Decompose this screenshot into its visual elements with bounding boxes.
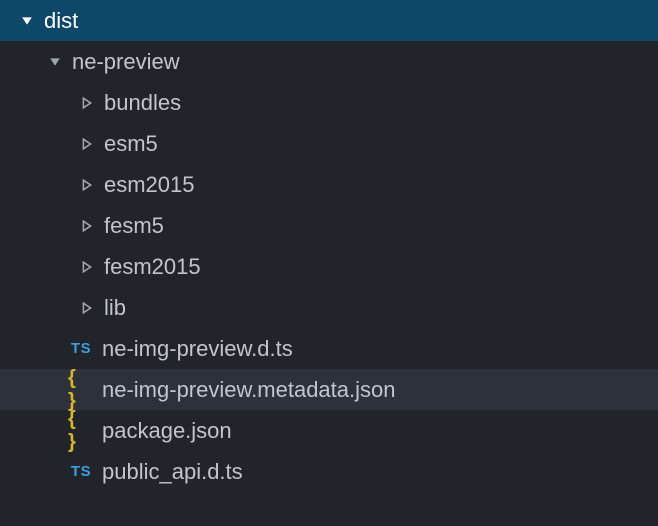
folder-label: ne-preview [72,49,180,75]
file-public-api-dts[interactable]: TS public_api.d.ts [0,451,658,492]
chevron-right-icon [80,96,94,110]
folder-dist[interactable]: dist [0,0,658,41]
chevron-right-icon [80,219,94,233]
folder-label: esm5 [104,131,158,157]
folder-ne-preview[interactable]: ne-preview [0,41,658,82]
folder-label: lib [104,295,126,321]
folder-label: bundles [104,90,181,116]
file-label: ne-img-preview.d.ts [102,336,293,362]
file-package-json[interactable]: { } package.json [0,410,658,451]
json-icon: { } [68,408,94,454]
folder-lib[interactable]: lib [0,287,658,328]
chevron-right-icon [80,301,94,315]
chevron-down-icon [48,55,62,69]
chevron-right-icon [80,178,94,192]
folder-label: esm2015 [104,172,195,198]
folder-label: dist [44,8,78,34]
folder-fesm5[interactable]: fesm5 [0,205,658,246]
folder-fesm2015[interactable]: fesm2015 [0,246,658,287]
file-ne-img-preview-dts[interactable]: TS ne-img-preview.d.ts [0,328,658,369]
chevron-right-icon [80,137,94,151]
chevron-right-icon [80,260,94,274]
folder-label: fesm2015 [104,254,201,280]
typescript-icon: TS [68,340,94,357]
folder-esm2015[interactable]: esm2015 [0,164,658,205]
typescript-icon: TS [68,463,94,480]
file-tree: dist ne-preview bundles esm5 esm2015 fes… [0,0,658,492]
file-label: ne-img-preview.metadata.json [102,377,395,403]
folder-bundles[interactable]: bundles [0,82,658,123]
file-label: public_api.d.ts [102,459,243,485]
chevron-down-icon [20,14,34,28]
folder-esm5[interactable]: esm5 [0,123,658,164]
json-icon: { } [68,367,94,413]
folder-label: fesm5 [104,213,164,239]
file-ne-img-preview-metadata-json[interactable]: { } ne-img-preview.metadata.json [0,369,658,410]
file-label: package.json [102,418,232,444]
